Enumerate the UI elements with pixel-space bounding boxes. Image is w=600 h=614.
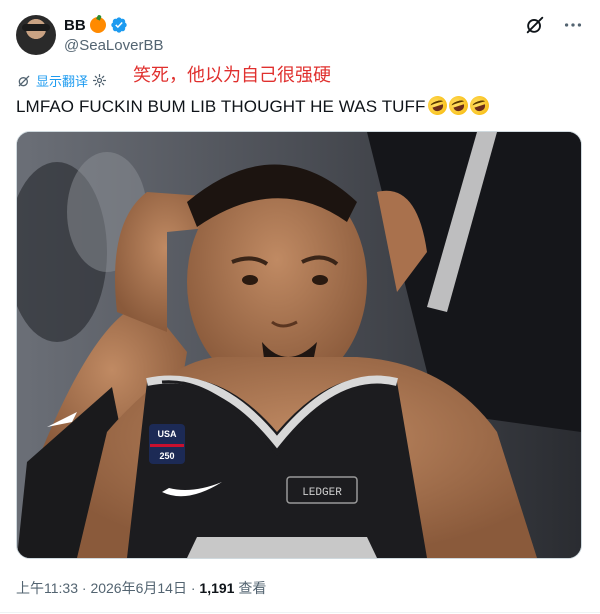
jersey-sponsor-text: LEDGER: [302, 487, 342, 499]
author-handle[interactable]: @SeaLoverBB: [64, 37, 163, 54]
patch-usa-text: USA: [157, 429, 177, 439]
gear-icon[interactable]: [92, 73, 107, 88]
avatar[interactable]: [16, 15, 56, 55]
author-name-row: BB: [64, 16, 128, 34]
rofl-emoji-icon: [425, 93, 450, 118]
orange-emoji-icon: [89, 17, 106, 33]
tweet-metadata: 上午11:33 · 2026年6月14日 · 1,191 查看: [16, 578, 266, 598]
rofl-emoji-icon: [446, 93, 471, 118]
top-actions: [524, 14, 584, 36]
overlay-caption: 笑死，他以为自己很强硬: [133, 65, 331, 86]
tweet-text-content: LMFAO FUCKIN BUM LIB THOUGHT HE WAS TUFF: [16, 97, 426, 116]
display-name[interactable]: BB: [64, 17, 86, 34]
laughing-emojis: [425, 93, 492, 118]
tweet-time[interactable]: 上午11:33: [16, 580, 78, 596]
more-options-icon[interactable]: [562, 14, 584, 36]
rofl-emoji-icon: [467, 93, 492, 118]
meta-separator: ·: [78, 580, 91, 596]
views-label: 查看: [234, 580, 267, 596]
translate-row: 显示翻译: [16, 71, 107, 90]
divider: [0, 612, 600, 613]
grok-icon[interactable]: [524, 14, 546, 36]
meta-separator: ·: [186, 580, 200, 596]
views-count: 1,191: [199, 580, 235, 596]
basketball-player-photo: USA 250 LEDGER: [17, 132, 581, 558]
verified-badge-icon[interactable]: [110, 16, 128, 34]
patch-250-text: 250: [159, 451, 174, 461]
tweet-date[interactable]: 2026年6月14日: [90, 580, 187, 596]
show-translation-link[interactable]: 显示翻译: [36, 71, 88, 90]
tweet-text: LMFAO FUCKIN BUM LIB THOUGHT HE WAS TUFF: [16, 93, 492, 118]
tweet-media-image[interactable]: USA 250 LEDGER: [16, 131, 582, 559]
grok-translate-icon: [18, 75, 30, 86]
